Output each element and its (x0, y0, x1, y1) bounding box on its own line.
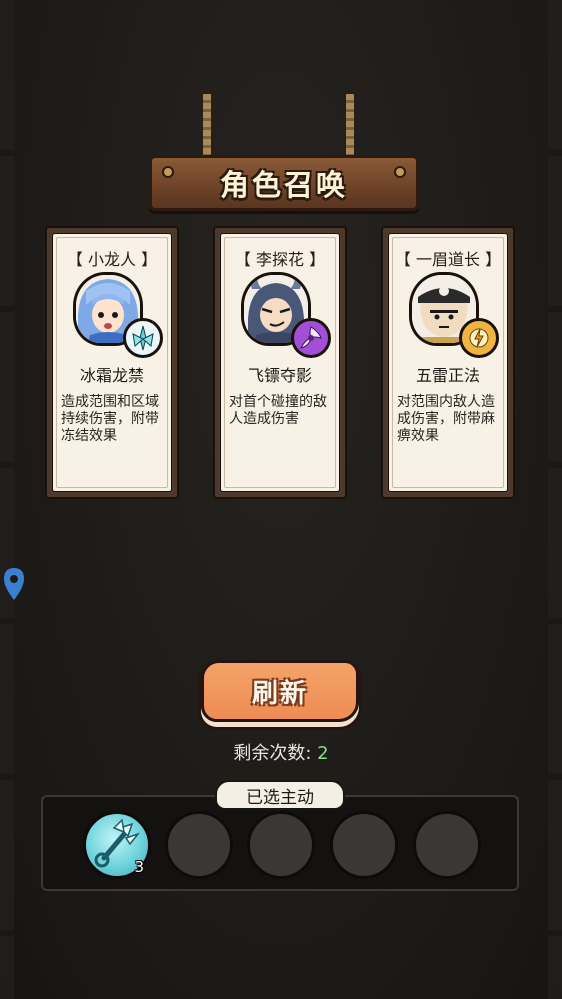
skill-description: 对首个碰撞的敌人造成伤害 (229, 394, 327, 427)
selected-panel-title: 已选主动 (215, 780, 345, 810)
character-name: 【 李探花 】 (234, 250, 326, 269)
card-paper: 【 一眉道长 】 五雷正法 对范围内敌人造成伤害，附带麻痹效果 (388, 233, 508, 492)
remaining-value: 2 (317, 743, 329, 764)
lightning-orb-icon (459, 318, 499, 358)
sign-rope-right (344, 92, 356, 162)
skill-description: 对范围内敌人造成伤害，附带麻痹效果 (397, 394, 495, 444)
bamboo-decoration-left (0, 0, 14, 999)
sign-rope-left (201, 92, 213, 162)
skill-slot-3[interactable] (247, 811, 315, 879)
summon-screen: 角色召唤 【 小龙人 】 冰霜龙禁 造成范围和区域持续伤害，附带冻结效果 【 李… (0, 0, 562, 999)
remaining-count: 剩余次数: 2 (0, 739, 562, 765)
purple-shuriken-icon (291, 318, 331, 358)
card-paper: 【 小龙人 】 冰霜龙禁 造成范围和区域持续伤害，附带冻结效果 (52, 233, 172, 492)
skill-name: 冰霜龙禁 (79, 366, 144, 385)
screen-title: 角色召唤 (219, 168, 348, 202)
ice-crystal-icon (123, 318, 163, 358)
remaining-label: 剩余次数: (233, 743, 312, 764)
skill-slot-2[interactable] (165, 811, 233, 879)
character-name: 【 小龙人 】 (66, 250, 158, 269)
character-name: 【 一眉道长 】 (394, 250, 502, 269)
refresh-button[interactable]: 刷新 (201, 660, 359, 722)
map-pin-icon[interactable] (3, 567, 25, 601)
skill-slot-4[interactable] (330, 811, 398, 879)
skill-description: 造成范围和区域持续伤害，附带冻结效果 (61, 394, 159, 444)
skill-level: 3 (134, 858, 144, 876)
skill-slot-1[interactable]: 3 (83, 811, 151, 879)
character-card-2[interactable]: 【 李探花 】 飞镖夺影 对首个碰撞的敌人造成伤害 (213, 226, 347, 499)
card-paper: 【 李探花 】 飞镖夺影 对首个碰撞的敌人造成伤害 (220, 233, 340, 492)
skill-name: 五雷正法 (415, 366, 480, 385)
skill-slot-5[interactable] (413, 811, 481, 879)
bamboo-decoration-right (548, 0, 562, 999)
character-card-3[interactable]: 【 一眉道长 】 五雷正法 对范围内敌人造成伤害，附带麻痹效果 (381, 226, 515, 499)
title-sign: 角色召唤 (149, 155, 419, 211)
refresh-label: 刷新 (251, 678, 308, 709)
skill-name: 飞镖夺影 (247, 366, 312, 385)
character-card-1[interactable]: 【 小龙人 】 冰霜龙禁 造成范围和区域持续伤害，附带冻结效果 (45, 226, 179, 499)
